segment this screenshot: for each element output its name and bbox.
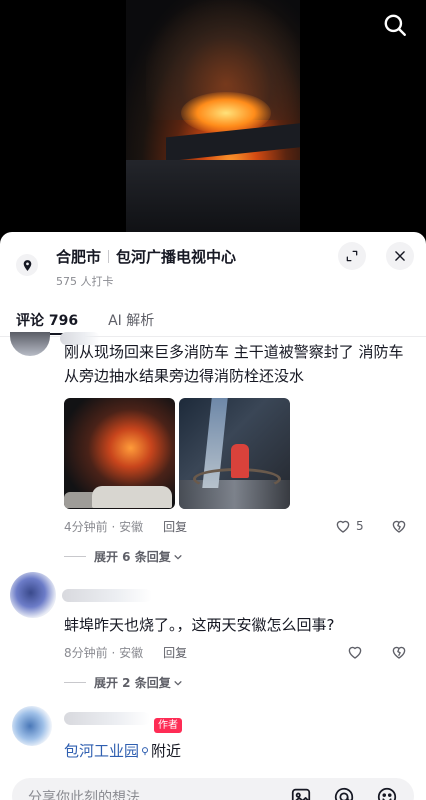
location-pin-icon xyxy=(142,746,149,755)
dislike-button[interactable] xyxy=(390,517,408,539)
expand-icon xyxy=(346,250,358,262)
comment-text: 蚌埠昨天也烧了。，这两天安徽怎么回事? xyxy=(64,616,335,634)
checkin-count: 575 人打卡 xyxy=(56,275,114,288)
dislike-button[interactable] xyxy=(390,643,408,665)
broken-heart-icon xyxy=(392,520,406,533)
like-button[interactable] xyxy=(346,643,364,661)
location-header[interactable]: 合肥市 包河广播电视中心 575 人打卡 xyxy=(16,246,236,289)
emoji-icon xyxy=(377,787,397,800)
tab-bar: 评论 796 AI 解析 xyxy=(16,310,154,330)
location-pin-icon xyxy=(23,259,31,271)
location-text: 合肥市 包河广播电视中心 575 人打卡 xyxy=(56,246,236,289)
comment-time-location: 4分钟前 · 安徽 xyxy=(64,520,144,534)
comment-time-location: 8分钟前 · 安徽 xyxy=(64,646,144,660)
like-count: 5 xyxy=(356,519,364,533)
comment-meta: 4分钟前 · 安徽 回复 xyxy=(64,518,187,535)
expand-replies-label: 展开 6 条回复 xyxy=(94,550,171,564)
expand-button[interactable] xyxy=(338,242,366,270)
search-icon xyxy=(384,14,406,36)
avatar[interactable] xyxy=(12,706,52,746)
chevron-down-icon xyxy=(174,680,182,686)
search-button[interactable] xyxy=(382,12,408,38)
nearby-label: 附近 xyxy=(151,742,182,760)
image-icon xyxy=(291,788,311,800)
username[interactable] xyxy=(62,589,152,602)
comment-input-placeholder: 分享你此刻的想法 xyxy=(28,790,140,800)
comment-image[interactable] xyxy=(179,398,290,509)
close-icon xyxy=(395,251,405,261)
image-button[interactable] xyxy=(290,786,312,800)
video-frame xyxy=(126,0,300,236)
divider xyxy=(108,250,110,263)
video-player[interactable] xyxy=(0,0,426,236)
tab-comments[interactable]: 评论 796 xyxy=(16,310,78,330)
location-title: 合肥市 包河广播电视中心 xyxy=(56,246,236,267)
emoji-button[interactable] xyxy=(376,786,398,800)
author-badge: 作者 xyxy=(154,718,182,733)
expand-replies[interactable]: 展开 2 条回复 xyxy=(64,674,183,691)
location-mention: 包河工业园 附近 xyxy=(64,740,181,761)
location-link[interactable]: 包河工业园 xyxy=(64,740,139,761)
avatar[interactable] xyxy=(10,332,50,356)
comment-meta: 8分钟前 · 安徽 回复 xyxy=(64,644,187,661)
like-button[interactable]: 5 xyxy=(334,517,364,535)
road xyxy=(126,160,300,236)
expand-replies-label: 展开 2 条回复 xyxy=(94,676,171,690)
tab-ai-analysis[interactable]: AI 解析 xyxy=(108,310,154,330)
expand-replies[interactable]: 展开 6 条回复 xyxy=(64,548,183,565)
divider xyxy=(64,556,86,557)
location-pin xyxy=(16,254,38,276)
comment-text: 刚从现场回来巨多消防车 主干道被警察封了 消防车从旁边抽水结果旁边得消防栓还没水 xyxy=(64,343,404,385)
comment-input[interactable]: 分享你此刻的想法 xyxy=(12,778,414,800)
comment-images xyxy=(64,398,290,509)
divider xyxy=(64,682,86,683)
reply-button[interactable]: 回复 xyxy=(163,518,187,535)
fire-hydrant xyxy=(231,444,249,478)
at-icon xyxy=(334,787,354,800)
avatar[interactable] xyxy=(10,572,56,618)
location-city: 合肥市 xyxy=(56,248,102,266)
chevron-down-icon xyxy=(174,554,182,560)
heart-icon xyxy=(336,520,350,533)
heart-icon xyxy=(348,646,362,659)
username[interactable] xyxy=(64,712,150,725)
car xyxy=(92,486,172,508)
comments-panel: 合肥市 包河广播电视中心 575 人打卡 评论 796 AI 解析 刚从现场回来巨… xyxy=(0,232,426,800)
broken-heart-icon xyxy=(392,646,406,659)
comment-image[interactable] xyxy=(64,398,175,509)
close-button[interactable] xyxy=(386,242,414,270)
reply-button[interactable]: 回复 xyxy=(163,644,187,661)
mention-button[interactable] xyxy=(333,786,355,800)
location-place: 包河广播电视中心 xyxy=(116,248,237,266)
